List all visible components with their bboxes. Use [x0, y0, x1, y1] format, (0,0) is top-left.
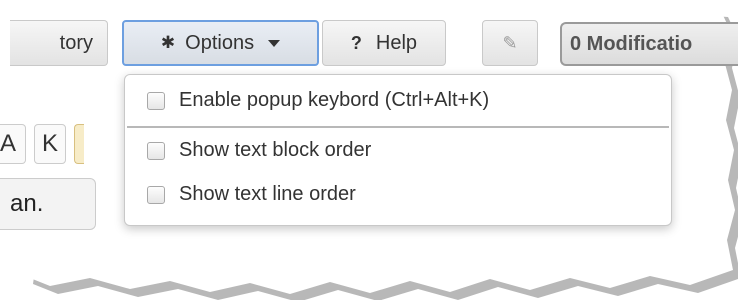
virtual-keys: A K — [0, 124, 84, 164]
modifications-label: 0 Modificatio — [570, 32, 693, 55]
key-label: A — [0, 130, 17, 157]
text-block[interactable]: an. — [0, 178, 96, 230]
edit-button[interactable]: ✎ — [482, 20, 538, 66]
toolbar: tory ✱ Options ? Help ✎ 0 Modificatio — [0, 0, 738, 78]
options-button[interactable]: ✱ Options — [122, 20, 319, 66]
menu-item-enable-popup-keyboard[interactable]: Enable popup keybord (Ctrl+Alt+K) — [147, 89, 489, 112]
menu-item-label: Enable popup keybord (Ctrl+Alt+K) — [179, 89, 490, 111]
key-label: K — [41, 130, 58, 157]
checkbox[interactable] — [147, 141, 165, 160]
key-button[interactable]: K — [34, 124, 66, 164]
modifications-button[interactable]: 0 Modificatio — [560, 22, 738, 66]
menu-item-show-text-block-order[interactable]: Show text block order — [147, 139, 371, 162]
key-button[interactable]: A — [0, 124, 26, 164]
checkbox[interactable] — [147, 185, 165, 204]
question-icon: ? — [350, 32, 362, 53]
options-button-label: Options — [185, 31, 255, 54]
key-button[interactable] — [74, 124, 84, 164]
gear-icon: ✱ — [160, 33, 176, 52]
menu-item-label: Show text line order — [179, 183, 356, 205]
history-button[interactable]: tory — [10, 20, 108, 66]
chevron-down-icon — [268, 39, 281, 47]
menu-item-show-text-line-order[interactable]: Show text line order — [147, 183, 356, 206]
menu-item-label: Show text block order — [179, 139, 372, 161]
help-button-label: Help — [375, 31, 418, 54]
text-block-content: an. — [10, 190, 44, 217]
options-dropdown-menu: Enable popup keybord (Ctrl+Alt+K) Show t… — [124, 74, 672, 226]
help-button[interactable]: ? Help — [322, 20, 446, 66]
history-button-label: tory — [59, 31, 93, 54]
checkbox[interactable] — [147, 91, 165, 110]
menu-divider — [127, 126, 669, 128]
pencil-icon: ✎ — [502, 32, 518, 53]
